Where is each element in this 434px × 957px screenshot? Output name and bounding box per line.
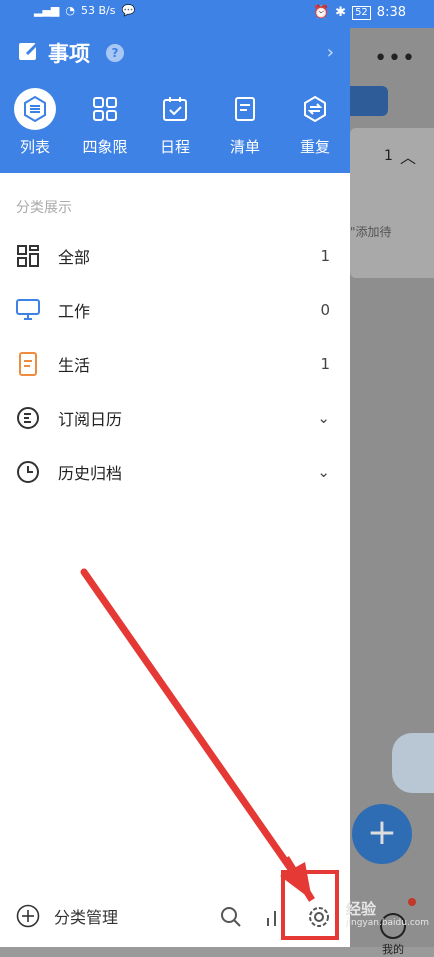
battery-indicator: 52 <box>352 5 371 20</box>
drawer-title: 事项 <box>48 42 90 66</box>
category-manage-button[interactable]: 分类管理 <box>16 904 118 928</box>
category-label: 全部 <box>58 248 91 267</box>
background-count: 1 <box>384 148 393 164</box>
category-label: 工作 <box>58 302 91 321</box>
bluetooth-icon: ✱ <box>335 5 347 20</box>
tab-list[interactable]: 列表 <box>0 88 70 157</box>
watermark-url: jingyan.baidu.com <box>346 918 430 928</box>
mascot-icon <box>392 733 434 793</box>
tab-list-label: 列表 <box>19 138 50 156</box>
clock-time: 8:38 <box>376 5 406 20</box>
tab-schedule-label: 日程 <box>159 138 190 156</box>
drawer-body: 分类展示 全部 1 工作 0 生活 1 订阅日历 ⌄ 历史归档 ⌄ <box>0 173 350 499</box>
category-all[interactable]: 全部 1 <box>0 229 350 283</box>
category-manage-label: 分类管理 <box>54 908 119 927</box>
background-app: ••• 1 ︿ "添加待 + 我的 <box>350 28 434 956</box>
tab-me-label: 我的 <box>382 943 404 956</box>
category-history-archive[interactable]: 历史归档 ⌄ <box>0 445 350 499</box>
background-hint: "添加待 <box>350 225 392 239</box>
checklist-icon <box>224 88 266 130</box>
background-tab <box>350 86 388 116</box>
tab-schedule[interactable]: 日程 <box>140 88 210 157</box>
tab-repeat-label: 重复 <box>299 138 330 156</box>
chevron-up-icon: ︿ <box>400 148 417 167</box>
category-life[interactable]: 生活 1 <box>0 337 350 391</box>
subscribe-icon <box>16 406 40 430</box>
chevron-right-icon[interactable]: › <box>327 42 334 63</box>
chevron-down-icon[interactable]: ⌄ <box>317 463 330 481</box>
status-left: ▂▄▆ ◔ 53 B/s 💬 <box>34 4 135 17</box>
calendar-icon <box>154 88 196 130</box>
drawer-title-row: 事项 ? <box>18 38 124 68</box>
tab-quadrant-label: 四象限 <box>82 138 128 156</box>
status-right: ⏰ ✱ 52 8:38 <box>313 5 406 20</box>
watermark: 经验 <box>346 900 377 918</box>
wifi-icon: ◔ <box>65 4 75 17</box>
grid-icon <box>84 88 126 130</box>
add-fab-button: + <box>352 804 412 864</box>
category-work[interactable]: 工作 0 <box>0 283 350 337</box>
notification-dot <box>408 898 416 906</box>
category-label: 订阅日历 <box>58 410 123 429</box>
tab-checklist[interactable]: 清单 <box>210 88 280 157</box>
add-circle-icon <box>16 904 40 928</box>
signal-icon: ▂▄▆ <box>34 4 60 17</box>
alarm-icon: ⏰ <box>312 5 330 20</box>
status-bar: ▂▄▆ ◔ 53 B/s 💬 ⏰ ✱ 52 8:38 <box>0 0 434 28</box>
more-menu-icon: ••• <box>374 46 416 71</box>
repeat-icon <box>294 88 336 130</box>
help-circle-icon[interactable]: ? <box>106 44 124 62</box>
category-count: 0 <box>320 301 330 319</box>
list-icon <box>14 88 56 130</box>
category-count: 1 <box>320 355 330 373</box>
network-speed: 53 B/s <box>81 4 116 17</box>
tab-repeat[interactable]: 重复 <box>280 88 350 157</box>
laptop-icon <box>16 298 40 322</box>
category-count: 1 <box>320 247 330 265</box>
section-title: 分类展示 <box>16 200 72 216</box>
edit-icon <box>18 40 40 66</box>
category-subscribe-calendar[interactable]: 订阅日历 ⌄ <box>0 391 350 445</box>
message-icon: 💬 <box>121 4 136 17</box>
search-icon[interactable] <box>220 906 242 928</box>
view-tabs: 列表 四象限 日程 清单 重复 <box>0 88 350 157</box>
category-label: 生活 <box>58 356 91 375</box>
grid-icon <box>16 244 40 268</box>
tab-quadrant[interactable]: 四象限 <box>70 88 140 157</box>
drawer-header: 事项 ? › 列表 四象限 日程 清单 重复 <box>0 28 350 173</box>
document-icon <box>16 352 40 376</box>
tab-checklist-label: 清单 <box>229 138 260 156</box>
annotation-highlight-box <box>281 870 339 940</box>
side-drawer: 事项 ? › 列表 四象限 日程 清单 重复 分类展示 全部 1 工作 0 生活… <box>0 28 350 947</box>
clock-icon <box>16 460 40 484</box>
category-label: 历史归档 <box>58 464 123 483</box>
chevron-down-icon[interactable]: ⌄ <box>317 409 330 427</box>
